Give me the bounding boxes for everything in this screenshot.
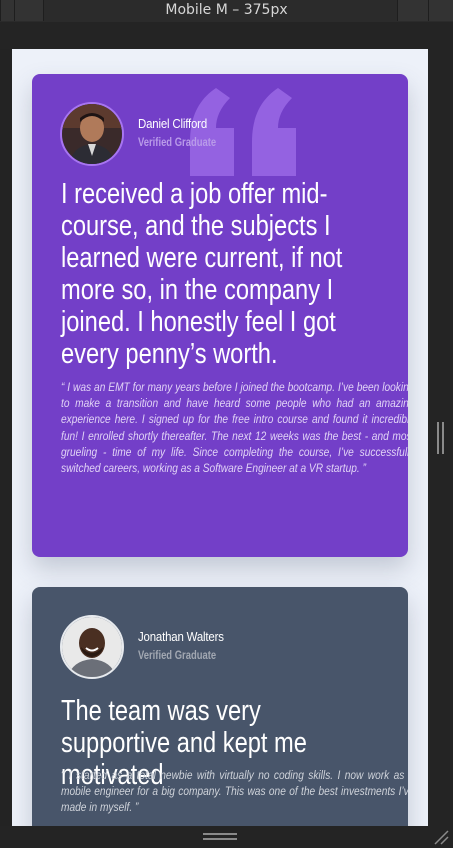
avatar	[60, 615, 124, 679]
device-label[interactable]: Mobile M – 375px	[0, 2, 453, 18]
author-block: Jonathan Walters Verified Graduate	[60, 615, 390, 679]
author-block: Daniel Clifford Verified Graduate	[60, 102, 390, 166]
testimonial-headline: I received a job offer mid-course, and t…	[61, 178, 343, 370]
devtools-device-toolbar: Mobile M – 375px	[0, 0, 453, 23]
avatar	[60, 102, 124, 166]
testimonial-body: “ I was an EMT for many years before I j…	[61, 380, 408, 476]
mobile-viewport: Daniel Clifford Verified Graduate I rece…	[12, 49, 428, 826]
avatar-photo-icon	[62, 617, 122, 677]
avatar-photo-icon	[62, 104, 122, 164]
author-name: Jonathan Walters	[138, 629, 224, 644]
author-name: Daniel Clifford	[138, 116, 208, 131]
bottom-resize-handle[interactable]	[203, 833, 237, 841]
corner-resize-icon[interactable]	[432, 828, 450, 846]
testimonial-card: Daniel Clifford Verified Graduate I rece…	[32, 74, 408, 557]
testimonial-body: “ I started as a total newbie with virtu…	[61, 768, 408, 815]
right-resize-handle[interactable]	[437, 422, 445, 454]
author-role: Verified Graduate	[138, 650, 217, 662]
testimonial-card: Jonathan Walters Verified Graduate The t…	[32, 587, 408, 826]
viewport-frame-top	[0, 22, 453, 49]
author-role: Verified Graduate	[138, 137, 217, 149]
